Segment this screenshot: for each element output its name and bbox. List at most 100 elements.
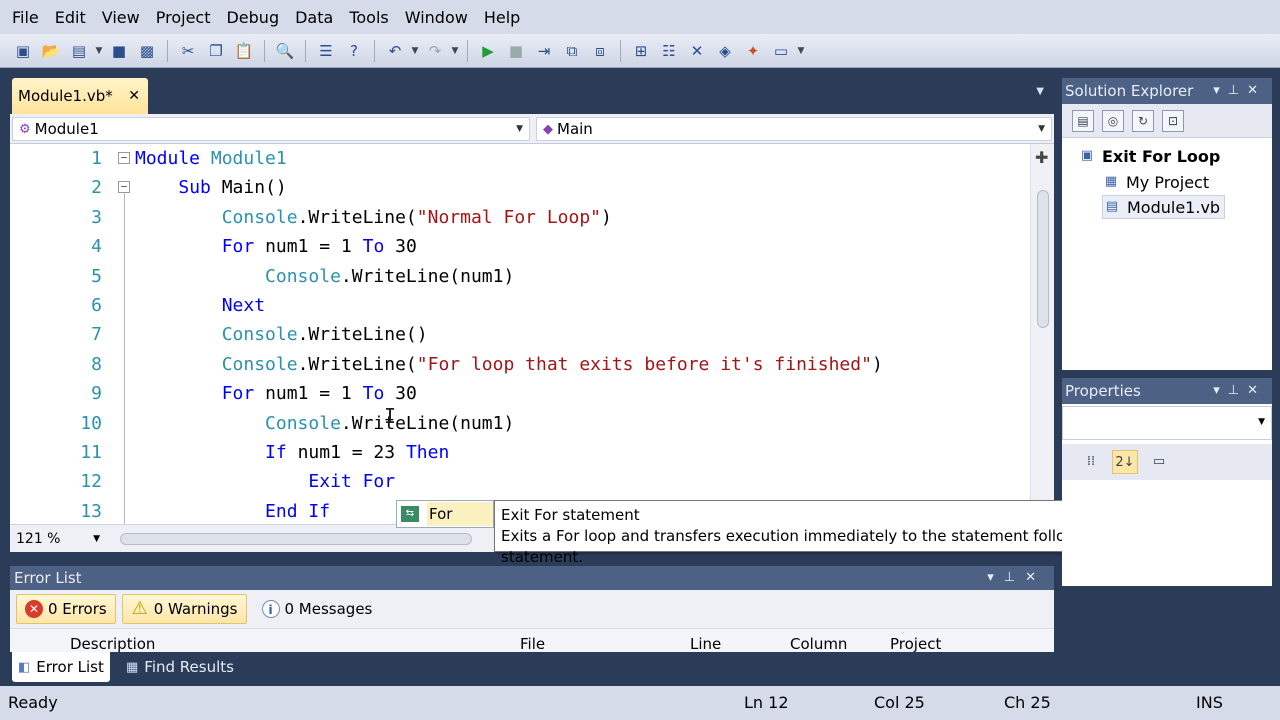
code-line[interactable]: 12 Exit For (10, 467, 1030, 496)
tab-find-results[interactable]: ▦ Find Results (120, 652, 240, 682)
errors-filter-button[interactable]: ✕ 0 Errors (16, 594, 116, 624)
completion-list[interactable]: ⇆ For (396, 500, 494, 528)
split-icon[interactable]: ✚ (1035, 148, 1048, 167)
undo-icon[interactable]: ↶ (382, 38, 408, 64)
pane-controls[interactable]: ▾⊥✕ (1213, 78, 1266, 104)
menu-tools[interactable]: Tools (341, 8, 396, 27)
code-line[interactable]: 6 Next (10, 291, 1030, 320)
properties-icon[interactable]: ▤ (1072, 109, 1094, 132)
tree-item-my-project[interactable]: ▦ My Project (1102, 170, 1209, 194)
code-line[interactable]: 10 Console.WriteLine(num1) (10, 409, 1030, 438)
copy-icon[interactable]: ❐ (203, 38, 229, 64)
column-column[interactable]: Column (790, 635, 847, 652)
pane-controls[interactable]: ▾⊥✕ (1213, 378, 1266, 404)
toolbox-icon[interactable]: ✕ (684, 38, 710, 64)
tree-item-module1[interactable]: ▤ Module1.vb (1102, 195, 1226, 219)
code-token: ) (601, 206, 612, 228)
menu-help[interactable]: Help (476, 8, 528, 27)
save-icon[interactable]: ■ (106, 38, 132, 64)
column-description[interactable]: Description (70, 635, 155, 652)
column-project[interactable]: Project (890, 635, 941, 652)
tree-item-solution[interactable]: ▣ Exit For Loop (1078, 144, 1220, 168)
pane-title-text: Error List (14, 569, 82, 587)
tab-label: Error List (36, 658, 104, 676)
solution-explorer-icon[interactable]: ⊞ (628, 38, 654, 64)
zoom-selector[interactable]: 121 % ▼ (16, 529, 100, 549)
breakpoint-icon[interactable]: ⧉ (559, 38, 585, 64)
object-browser-icon[interactable]: ◈ (712, 38, 738, 64)
toolbar-separator (264, 39, 265, 62)
collapse-icon[interactable]: − (118, 181, 130, 194)
close-icon[interactable]: ✕ (128, 88, 140, 104)
alphabetical-icon[interactable]: 2↓ (1112, 450, 1138, 474)
code-line[interactable]: 9 For num1 = 1 To 30 (10, 379, 1030, 408)
new-project-icon[interactable]: ▣ (10, 38, 36, 64)
code-line[interactable]: 5 Console.WriteLine(num1) (10, 262, 1030, 291)
chevron-down-icon[interactable]: ▼ (94, 46, 104, 56)
code-token: .WriteLine( (297, 353, 417, 375)
open-file-icon[interactable]: 📂 (38, 38, 64, 64)
vertical-scrollbar[interactable]: ✚ (1030, 144, 1054, 524)
horizontal-scrollbar-thumb[interactable] (120, 533, 472, 545)
cut-icon[interactable]: ✂ (175, 38, 201, 64)
bookmark-icon[interactable]: ⧈ (587, 38, 613, 64)
refresh-icon[interactable]: ↻ (1132, 109, 1154, 132)
collapse-icon[interactable]: − (118, 152, 130, 164)
column-line[interactable]: Line (690, 635, 721, 652)
type-selector[interactable]: ⚙ Module1 ▼ (12, 117, 530, 141)
redo-icon[interactable]: ↷ (422, 38, 448, 64)
object-selector[interactable]: ▼ (1062, 406, 1272, 440)
window-icon[interactable]: ▭ (768, 38, 794, 64)
tab-error-list[interactable]: ◧ Error List (12, 652, 110, 682)
chevron-down-icon[interactable]: ▼ (1036, 86, 1044, 97)
view-code-icon[interactable]: ⊡ (1162, 109, 1184, 132)
menu-data[interactable]: Data (287, 8, 341, 27)
scrollbar-thumb[interactable] (1037, 190, 1049, 328)
code-line[interactable]: 8 Console.WriteLine("For loop that exits… (10, 350, 1030, 379)
code-token: num1 = 1 (265, 236, 363, 258)
properties-icon[interactable]: ☷ (656, 38, 682, 64)
code-area[interactable]: 1− Module Module1 2− Sub Main() 3 Console.W… (10, 144, 1030, 524)
error-list-filters: ✕ 0 Errors ⚠ 0 Warnings i 0 Messages (10, 590, 1054, 628)
code-line[interactable]: 1 − Module Module1 (10, 144, 1030, 173)
messages-filter-button[interactable]: i 0 Messages (253, 594, 382, 624)
chevron-down-icon[interactable]: ▼ (796, 46, 806, 56)
comment-icon[interactable]: ☰ (313, 38, 339, 64)
start-debug-icon[interactable]: ▶ (475, 38, 501, 64)
add-item-icon[interactable]: ▤ (66, 38, 92, 64)
uncomment-icon[interactable]: ? (341, 38, 367, 64)
show-all-files-icon[interactable]: ◎ (1102, 109, 1124, 132)
warnings-filter-button[interactable]: ⚠ 0 Warnings (121, 594, 247, 624)
extension-icon[interactable]: ✦ (740, 38, 766, 64)
tab-module1[interactable]: Module1.vb* ✕ (12, 78, 148, 114)
save-all-icon[interactable]: ▩ (134, 38, 160, 64)
paste-icon[interactable]: 📋 (231, 38, 257, 64)
completion-item[interactable]: For (427, 502, 493, 526)
code-line[interactable]: 11 If num1 = 23 Then (10, 438, 1030, 467)
find-icon[interactable]: 🔍 (272, 38, 298, 64)
member-selector[interactable]: ◆ Main ▼ (536, 117, 1052, 141)
chevron-down-icon[interactable]: ▼ (450, 46, 460, 56)
stop-icon[interactable]: ■ (503, 38, 529, 64)
pane-controls[interactable]: ▾⊥✕ (987, 566, 1046, 590)
menu-window[interactable]: Window (397, 8, 476, 27)
text-cursor-icon: I (384, 404, 397, 428)
chevron-down-icon[interactable]: ▼ (410, 46, 420, 56)
column-file[interactable]: File (520, 635, 545, 652)
code-line[interactable]: 7 Console.WriteLine() (10, 320, 1030, 349)
property-pages-icon[interactable]: ▭ (1146, 450, 1172, 474)
menu-debug[interactable]: Debug (218, 8, 287, 27)
code-line[interactable]: 4 For num1 = 1 To 30 (10, 232, 1030, 261)
code-text: If num1 = 23 Then (135, 438, 449, 467)
menu-file[interactable]: File (4, 8, 47, 27)
categorized-icon[interactable]: ⁞⁞ (1078, 450, 1104, 474)
menu-project[interactable]: Project (148, 8, 219, 27)
menu-view[interactable]: View (94, 8, 148, 27)
menu-edit[interactable]: Edit (47, 8, 94, 27)
code-line[interactable]: 2 − Sub Main() (10, 173, 1030, 202)
step-icon[interactable]: ⇥ (531, 38, 557, 64)
code-line[interactable]: 3 Console.WriteLine("Normal For Loop") (10, 203, 1030, 232)
